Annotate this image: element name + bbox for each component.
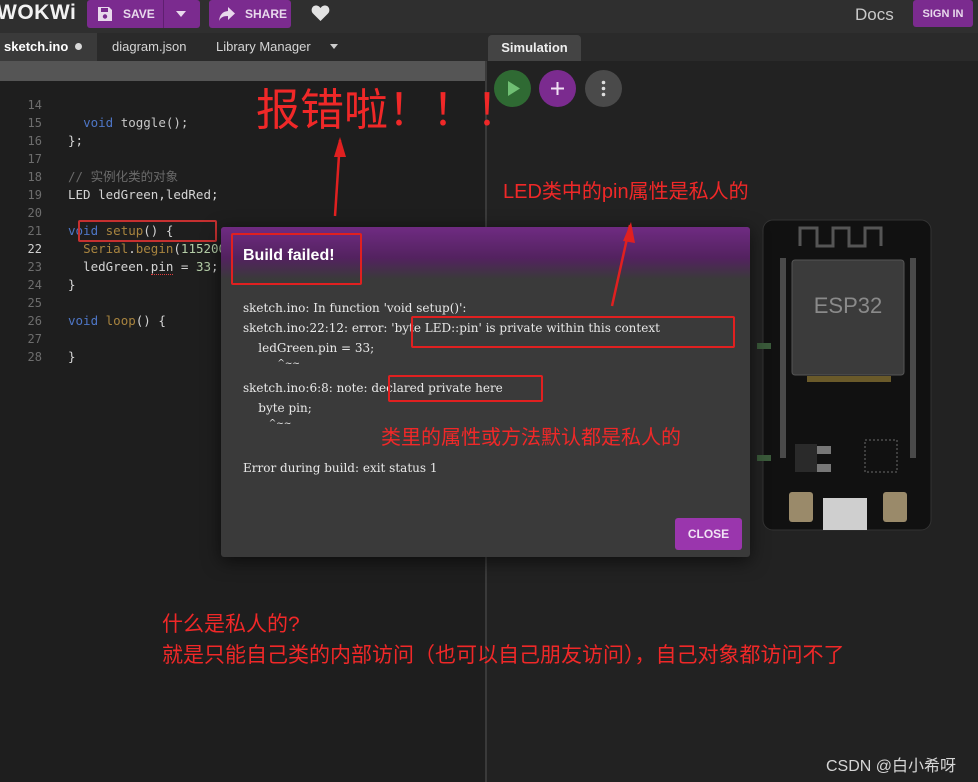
explanation-annotation: 就是只能自己类的内部访问（也可以自己朋友访问），自己对象都访问不了 xyxy=(162,644,845,667)
what-private-annotation: 什么是私人的? xyxy=(162,613,300,636)
pin-private-annotation: LED类中的pin属性是私人的 xyxy=(503,181,749,203)
csdn-watermark: CSDN @白小希呀 xyxy=(826,758,957,775)
headline-annotation: 报错啦！！！ xyxy=(256,86,520,135)
default-private-annotation: 类里的属性或方法默认都是私人的 xyxy=(381,427,681,449)
